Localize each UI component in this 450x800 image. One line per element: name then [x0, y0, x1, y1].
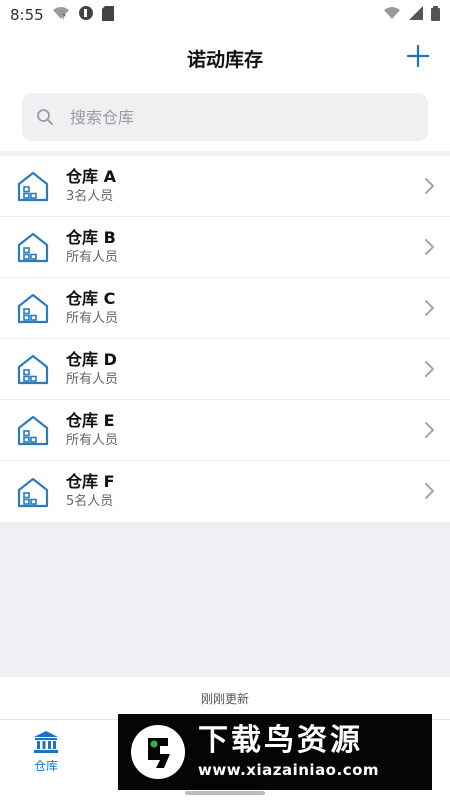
app-header: 诺动库存	[0, 30, 450, 86]
warehouse-members: 3名人员	[66, 188, 114, 204]
warehouse-text: 仓库 D 所有人员	[66, 350, 118, 389]
empty-area	[0, 522, 450, 677]
warehouse-text: 仓库 B 所有人员	[66, 228, 118, 267]
warehouse-name: 仓库 E	[66, 410, 115, 430]
warehouse-members: 所有人员	[66, 249, 119, 265]
home-indicator	[185, 791, 265, 795]
warehouse-icon	[17, 232, 49, 263]
warehouse-row[interactable]: 仓库 D 所有人员	[0, 339, 450, 400]
warehouse-row[interactable]: 仓库 A 3名人员	[0, 156, 450, 217]
warehouse-row[interactable]: 仓库 E 所有人员	[0, 400, 450, 461]
chevron-right-icon	[425, 239, 434, 255]
chevron-right-icon	[425, 300, 434, 316]
chevron-right-icon	[425, 361, 434, 377]
warehouse-text: 仓库 C 所有人员	[66, 289, 118, 328]
tab-warehouse-label: 仓库	[33, 759, 58, 773]
status-bar: 8:55 ?	[0, 0, 450, 30]
warehouse-text: 仓库 F 5名人员	[66, 472, 115, 511]
watermark-url: www.xiazainiao.com	[198, 761, 380, 779]
status-bar-right	[383, 5, 440, 25]
watermark-banner: 下载鸟资源 www.xiazainiao.com	[118, 714, 432, 790]
search-input[interactable]	[68, 106, 392, 128]
warehouse-members: 5名人员	[66, 494, 114, 509]
warehouse-row[interactable]: 仓库 B 所有人员	[0, 217, 450, 278]
status-time: 8:55	[10, 6, 44, 24]
tab-warehouse[interactable]: 仓库	[18, 730, 74, 780]
add-warehouse-button[interactable]	[404, 42, 432, 70]
warehouse-row[interactable]: 仓库 C 所有人员	[0, 278, 450, 339]
warehouse-row[interactable]: 仓库 F 5名人员	[0, 461, 450, 522]
app-notification-icon	[78, 5, 94, 25]
warehouse-icon	[17, 171, 49, 202]
bird-logo-icon	[131, 725, 185, 779]
warehouse-icon	[17, 293, 49, 324]
status-bar-left: 8:55 ?	[10, 5, 114, 25]
search-bar[interactable]	[22, 93, 428, 141]
warehouse-text: 仓库 E 所有人员	[66, 411, 118, 450]
warehouse-members: 所有人员	[66, 432, 119, 448]
page-title: 诺动库存	[186, 48, 263, 71]
battery-icon	[431, 5, 440, 25]
warehouse-name: 仓库 A	[66, 166, 116, 186]
watermark-text: 下载鸟资源 www.xiazainiao.com	[198, 723, 379, 781]
warehouse-icon	[17, 354, 49, 385]
warehouse-name: 仓库 F	[66, 472, 115, 491]
sd-card-icon	[101, 5, 114, 25]
warehouse-name: 仓库 C	[66, 288, 116, 308]
warehouse-name: 仓库 D	[66, 349, 117, 369]
warehouse-list: 仓库 A 3名人员 仓库 B 所有人员 仓库 C 所有人员 仓库 D 所有人员 …	[0, 156, 450, 522]
last-updated-text: 刚刚更新	[0, 677, 450, 719]
warehouse-icon	[17, 415, 49, 446]
warehouse-name: 仓库 B	[66, 227, 116, 247]
wifi-question-icon: ?	[52, 6, 70, 24]
search-icon	[37, 109, 53, 125]
warehouse-members: 所有人员	[66, 371, 119, 387]
warehouse-icon	[17, 477, 49, 507]
wifi-icon	[383, 6, 401, 24]
signal-icon	[409, 6, 423, 24]
watermark-brand: 下载鸟资源	[198, 723, 363, 758]
warehouse-members: 所有人员	[66, 310, 119, 326]
chevron-right-icon	[425, 422, 434, 438]
bank-building-icon	[34, 731, 58, 753]
chevron-right-icon	[425, 483, 434, 499]
svg-text:?: ?	[62, 13, 66, 20]
plus-icon	[406, 44, 430, 68]
warehouse-text: 仓库 A 3名人员	[66, 167, 116, 206]
chevron-right-icon	[425, 178, 434, 194]
